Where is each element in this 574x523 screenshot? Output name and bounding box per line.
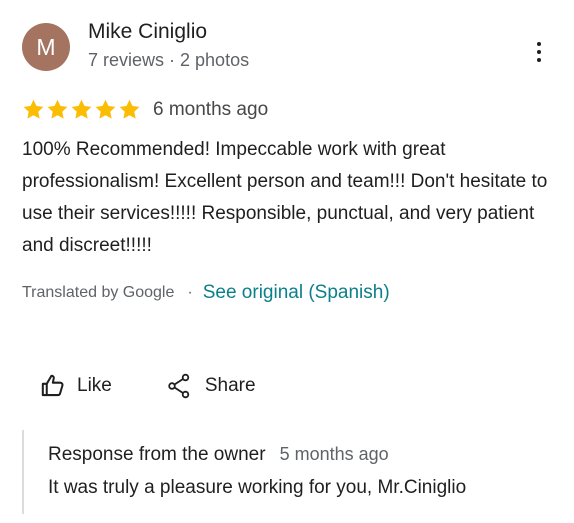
owner-response-title: Response from the owner	[48, 444, 266, 465]
share-icon	[168, 373, 190, 398]
owner-response-header: Response from the owner 5 months ago	[48, 444, 389, 466]
separator-dot: ·	[187, 284, 193, 301]
more-dot	[537, 58, 541, 62]
rating-row: 6 months ago	[22, 98, 268, 121]
star-icon	[119, 99, 140, 119]
like-label: Like	[77, 374, 112, 396]
author-meta: 7 reviews · 2 photos	[88, 50, 250, 70]
share-button[interactable]: Share	[167, 373, 256, 399]
avatar-initial: M	[36, 33, 56, 60]
translation-row: Translated by Google · See original (Spa…	[22, 282, 390, 304]
share-label: Share	[204, 374, 256, 396]
more-vert-icon[interactable]	[528, 38, 550, 66]
star-icon	[95, 99, 116, 119]
review-actions: Like Share	[40, 372, 256, 399]
review-text: 100% Recommended! Impeccable work with g…	[22, 139, 548, 256]
see-original-link[interactable]: See original (Spanish)	[203, 282, 390, 304]
owner-response-time: 5 months ago	[279, 444, 389, 464]
author-name[interactable]: Mike Ciniglio	[88, 20, 207, 44]
translated-by-label: Translated by Google	[22, 284, 175, 301]
more-dot	[537, 50, 541, 54]
star-icon	[47, 99, 68, 119]
star-icon	[23, 99, 44, 119]
owner-response-text: It was truly a pleasure working for you,…	[48, 477, 467, 498]
avatar[interactable]: M	[22, 23, 70, 71]
more-dot	[537, 42, 541, 46]
star-rating	[22, 98, 141, 121]
owner-response: Response from the owner 5 months ago It …	[22, 430, 564, 514]
star-icon	[71, 99, 92, 119]
thumbs-up-icon	[41, 374, 64, 397]
like-button[interactable]: Like	[40, 372, 112, 399]
review-time: 6 months ago	[153, 98, 269, 120]
